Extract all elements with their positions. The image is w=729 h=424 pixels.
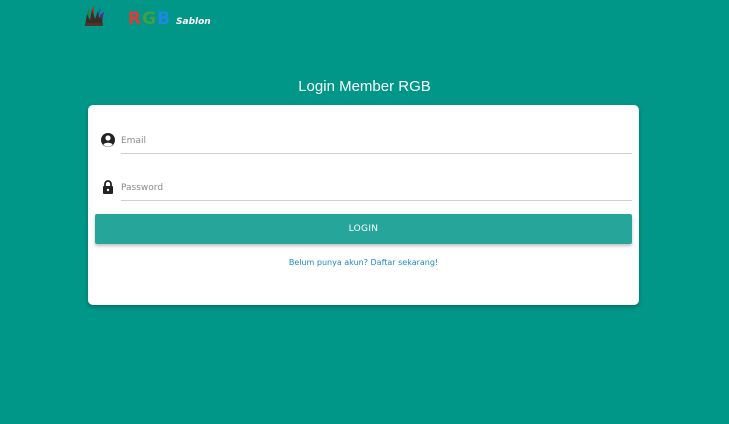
password-field-group [100, 176, 632, 206]
lock-icon [103, 180, 113, 194]
brand-name: RGB [128, 9, 172, 29]
login-card: LOGIN Belum punya akun? Daftar sekarang! [88, 105, 639, 305]
email-input[interactable] [121, 129, 632, 154]
page-title: Login Member RGB [298, 78, 431, 95]
login-button[interactable]: LOGIN [95, 214, 632, 244]
email-field-group [100, 129, 632, 159]
top-header: RGB Sablon [0, 0, 729, 40]
brand-logo[interactable]: RGB Sablon [128, 9, 211, 29]
paint-splash-logo-icon[interactable] [82, 6, 106, 28]
account-circle-icon [101, 133, 115, 147]
brand-subtitle: Sablon [176, 17, 211, 27]
register-link[interactable]: Belum punya akun? Daftar sekarang! [88, 258, 639, 267]
password-input[interactable] [121, 176, 632, 201]
